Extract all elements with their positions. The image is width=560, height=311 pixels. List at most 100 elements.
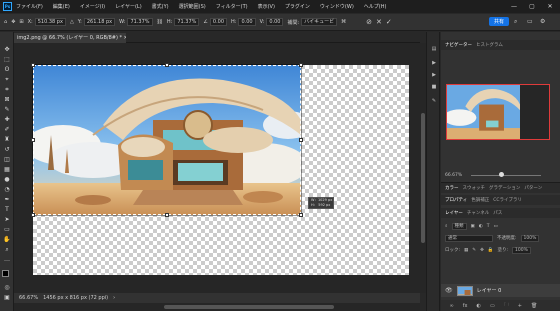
workspace-icon[interactable]: ▭ — [527, 18, 533, 25]
transform-handle-right[interactable] — [299, 138, 303, 142]
share-button[interactable]: 共有 — [489, 17, 509, 26]
tab-gradients[interactable]: グラデーション — [489, 185, 520, 191]
adjustment-layer-icon[interactable]: ◐ — [477, 303, 481, 309]
stop-icon[interactable]: ■ — [430, 84, 438, 91]
layer-style-icon[interactable]: fx — [463, 303, 468, 309]
maximize-button[interactable]: ▢ — [523, 0, 541, 13]
stamp-tool-icon[interactable]: ♜ — [3, 136, 11, 143]
lock-all-icon[interactable]: 🔒 — [488, 248, 494, 253]
tab-swatches[interactable]: スウォッチ — [463, 185, 486, 191]
close-window-button[interactable]: ✕ — [541, 0, 559, 13]
horizontal-scroll-thumb[interactable] — [164, 305, 334, 309]
layer-name[interactable]: レイヤー 0 — [477, 287, 502, 294]
menu-image[interactable]: イメージ(I) — [80, 3, 105, 10]
filter-pixel-icon[interactable]: ▣ — [471, 224, 475, 229]
filter-search-icon[interactable]: ⌕ — [445, 223, 448, 229]
visibility-eye-icon[interactable]: 👁 — [445, 287, 453, 294]
marquee-tool-icon[interactable]: ⬚ — [3, 56, 11, 63]
foreground-color-swatch[interactable] — [2, 270, 9, 277]
cancel-transform-icon[interactable]: ⊘ — [366, 18, 372, 26]
blend-mode-select[interactable]: 通常 — [445, 234, 493, 242]
link-icon[interactable]: ⛓ — [157, 19, 163, 25]
path-select-tool-icon[interactable]: ➤ — [3, 216, 11, 223]
more-tools-icon[interactable]: … — [3, 256, 11, 263]
fill-field[interactable]: 100% — [512, 246, 531, 254]
cancel-icon[interactable]: ✕ — [376, 18, 382, 26]
tab-histogram[interactable]: ヒストグラム — [476, 42, 503, 48]
tab-properties[interactable]: プロパティ — [445, 197, 467, 203]
warp-icon[interactable]: ⌘ — [341, 19, 346, 25]
delta-icon[interactable]: △ — [70, 19, 74, 25]
transform-handle-bottom[interactable] — [165, 213, 169, 217]
transform-handle-top[interactable] — [165, 63, 169, 67]
actions-panel-icon[interactable]: ▶ — [430, 60, 438, 67]
brush-settings-icon[interactable]: ✎ — [430, 98, 438, 105]
history-brush-icon[interactable]: ↺ — [3, 146, 11, 153]
transform-handle-top-left[interactable] — [31, 63, 35, 67]
navigator-view-frame[interactable] — [446, 84, 550, 140]
transform-bounding-box[interactable] — [32, 64, 302, 216]
navigator-zoom-slider[interactable] — [471, 175, 541, 176]
lock-brush-icon[interactable]: ✎ — [472, 248, 476, 253]
angle-field[interactable]: 0.00 — [209, 18, 228, 26]
shape-tool-icon[interactable]: ▭ — [3, 226, 11, 233]
menu-plugins[interactable]: プラグイン — [285, 3, 310, 10]
move-tool-icon[interactable]: ✥ — [3, 46, 11, 53]
new-group-icon[interactable]: 🗀 — [504, 302, 509, 310]
width-field[interactable]: 71.37% — [127, 18, 153, 26]
delete-layer-icon[interactable]: 🗑 — [531, 303, 537, 309]
navigator-zoom-knob[interactable] — [499, 172, 504, 177]
history-panel-icon[interactable]: ▤ — [430, 46, 438, 53]
search-icon[interactable]: ⌕ — [514, 18, 517, 26]
eraser-tool-icon[interactable]: ◫ — [3, 156, 11, 163]
gradient-tool-icon[interactable]: ▦ — [3, 166, 11, 173]
dodge-tool-icon[interactable]: ◔ — [3, 186, 11, 193]
canvas-area[interactable]: W：1029 px H： 592 px — [14, 43, 420, 293]
lock-pixels-icon[interactable]: ▦ — [464, 248, 468, 253]
document-tab[interactable]: img2.png @ 66.7% (レイヤー 0, RGB/8#) * ✕ — [14, 33, 126, 43]
healing-brush-icon[interactable]: ✚ — [3, 116, 11, 123]
frame-tool-icon[interactable]: ⊠ — [3, 96, 11, 103]
screen-mode-icon[interactable]: ▣ — [3, 294, 11, 301]
layer-row[interactable]: 👁 レイヤー 0 — [441, 284, 560, 297]
blur-tool-icon[interactable]: ● — [3, 176, 11, 183]
transform-handle-top-right[interactable] — [299, 63, 303, 67]
layer-kind-select[interactable]: 種類 — [451, 222, 467, 230]
x-field[interactable]: 510.38 px — [34, 18, 66, 26]
link-layers-icon[interactable]: ∞ — [450, 303, 454, 309]
settings-icon[interactable]: ⚙ — [540, 18, 545, 25]
tab-paths[interactable]: パス — [493, 210, 502, 216]
tab-navigator[interactable]: ナビゲーター — [445, 42, 472, 48]
new-layer-icon[interactable]: + — [518, 303, 522, 309]
menu-file[interactable]: ファイル(F) — [16, 3, 43, 10]
filter-shape-icon[interactable]: ▭ — [493, 224, 497, 229]
tab-cc-libraries[interactable]: CCライブラリ — [493, 197, 522, 203]
menu-view[interactable]: 表示(V) — [258, 3, 275, 10]
menu-help[interactable]: ヘルプ(H) — [364, 3, 387, 10]
filter-adjust-icon[interactable]: ◐ — [479, 224, 483, 229]
navigator-zoom-value[interactable]: 66.67% — [445, 173, 462, 178]
tab-color[interactable]: カラー — [445, 185, 459, 191]
play-icon[interactable]: ▶ — [430, 72, 438, 79]
pen-tool-icon[interactable]: ✒ — [3, 196, 11, 203]
object-select-tool-icon[interactable]: ⌖ — [3, 76, 11, 83]
reference-point-icon[interactable]: ⊞ — [19, 19, 23, 25]
lasso-tool-icon[interactable]: ʘ — [3, 66, 11, 73]
vertical-scroll-thumb[interactable] — [421, 113, 425, 243]
brush-tool-icon[interactable]: ✐ — [3, 126, 11, 133]
vskew-field[interactable]: 0.00 — [266, 18, 284, 26]
transform-handle-bottom-right[interactable] — [299, 213, 303, 217]
eyedropper-tool-icon[interactable]: ✎ — [3, 106, 11, 113]
hand-tool-icon[interactable]: ✋ — [3, 236, 11, 243]
commit-icon[interactable]: ✓ — [386, 18, 392, 26]
menu-edit[interactable]: 編集(E) — [53, 3, 70, 10]
interpolation-select[interactable]: バイキュービ — [301, 18, 338, 26]
lock-move-icon[interactable]: ✥ — [480, 248, 484, 253]
status-arrow-icon[interactable]: › — [113, 295, 115, 301]
quick-mask-icon[interactable]: ◎ — [3, 284, 11, 291]
home-icon[interactable]: ⌂ — [4, 19, 7, 25]
height-field[interactable]: 71.37% — [174, 18, 200, 26]
minimize-button[interactable]: — — [505, 0, 523, 13]
close-tab-icon[interactable]: ✕ — [124, 35, 126, 41]
transform-handle-left[interactable] — [31, 138, 35, 142]
